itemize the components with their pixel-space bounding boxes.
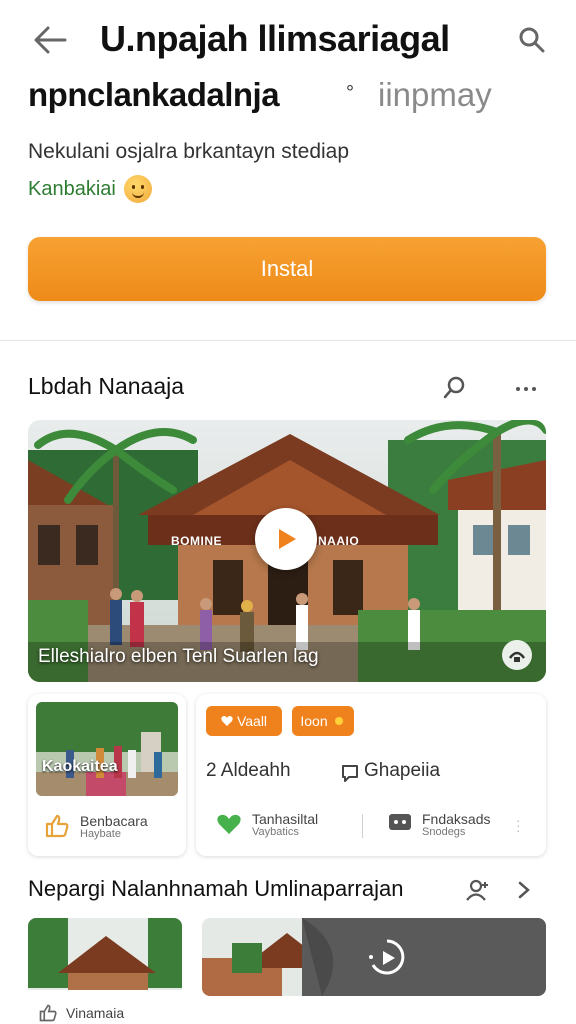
search-button[interactable] xyxy=(512,22,552,58)
row-divider xyxy=(362,814,363,838)
share-row[interactable]: Fndaksads Snodegs xyxy=(388,812,490,838)
smiley-icon xyxy=(123,175,152,203)
share-icon xyxy=(389,814,411,830)
search-icon xyxy=(519,27,545,53)
thumbs-up-icon xyxy=(45,814,69,838)
thumbnail-label: Kaokaitea xyxy=(42,758,118,775)
card-like-row[interactable]: Benbacara Haybate xyxy=(44,814,148,840)
pin-icon xyxy=(443,376,465,399)
fullscreen-button[interactable] xyxy=(502,640,532,670)
chevron-right-icon xyxy=(518,881,530,899)
stat-comments: Ghapeiia xyxy=(364,760,441,781)
nearby-card-2[interactable] xyxy=(202,918,546,996)
play-icon xyxy=(279,529,296,549)
video-caption: Elleshialro elben Tenl Suarlen lag xyxy=(38,646,319,667)
app-header: U.npajah llimsariagal npnclankadalnja ° … xyxy=(0,0,576,330)
favorite-title: Tanhasiltal xyxy=(252,811,319,827)
thumbs-up-icon xyxy=(39,1004,57,1022)
tag-chip-1-label: Vaall xyxy=(236,713,268,729)
card-thumbnail: Kaokaitea xyxy=(36,702,178,796)
tag-chip-2-label: Ioon xyxy=(300,713,328,729)
replay-icon xyxy=(369,939,405,975)
nearby-card-1-footer: Vinamaia xyxy=(38,1004,124,1022)
more-icon xyxy=(516,387,536,391)
install-button[interactable]: Instal xyxy=(28,237,546,301)
heart-icon xyxy=(217,814,241,834)
rating-label: Kanbakiai xyxy=(28,177,116,200)
left-content-card[interactable]: Kaokaitea Benbacara Haybate xyxy=(28,694,186,856)
add-user-button[interactable] xyxy=(460,872,496,908)
back-button[interactable] xyxy=(30,22,70,58)
share-title: Fndaksads xyxy=(422,811,491,827)
chat-bubble-icon xyxy=(342,765,358,782)
see-more-button[interactable] xyxy=(506,872,542,908)
tag-chip-2[interactable]: Ioon xyxy=(292,706,354,736)
stat-count: 2 Aldeahh xyxy=(206,760,291,781)
section-title-videos: Lbdah Nanaaja xyxy=(28,373,185,399)
play-button[interactable] xyxy=(255,508,317,570)
right-content-card[interactable]: Vaall Ioon 2 Aldeahh Ghapeiia Tanhasilta… xyxy=(196,694,546,856)
back-arrow-icon xyxy=(34,26,67,54)
app-title-line1: U.npajah llimsariagal xyxy=(100,18,450,59)
share-subtitle: Snodegs xyxy=(422,826,466,838)
app-title-subtext: iinpmay xyxy=(378,76,492,113)
app-title-line2: npnclankadalnja xyxy=(28,76,280,113)
section-divider xyxy=(0,340,576,341)
rating-row: Kanbakiai xyxy=(28,175,152,203)
sun-icon xyxy=(334,717,343,725)
section-title-nearby: Nepargi Nalanhnamah Umlinaparrajan xyxy=(28,876,404,901)
card-row-title: Benbacara xyxy=(80,813,148,829)
card-more-icon[interactable]: · · · xyxy=(516,813,521,837)
featured-video-card[interactable]: BOMINE NAAIO Elleshialro elben Tenl Suar… xyxy=(28,420,546,682)
nearby-card-1[interactable]: Vinamaia xyxy=(28,918,182,1024)
card-row-subtitle: Haybate xyxy=(80,828,121,840)
heart-small-icon xyxy=(221,716,233,726)
pin-button[interactable] xyxy=(436,370,472,406)
app-description: Nekulani osjalra brkantayn stediap xyxy=(28,140,350,163)
more-options-button[interactable] xyxy=(508,370,544,406)
user-add-icon xyxy=(466,879,488,901)
favorite-subtitle: Vaybatics xyxy=(252,826,299,838)
title-separator: ° xyxy=(346,82,354,104)
sign-text-right: NAAIO xyxy=(318,534,360,548)
sign-text-left: BOMINE xyxy=(171,534,222,548)
replay-button[interactable] xyxy=(362,932,412,982)
tag-chip-1[interactable]: Vaall xyxy=(206,706,282,736)
nearby-card-1-label: Vinamaia xyxy=(66,1005,125,1021)
favorite-row[interactable]: Tanhasiltal Vaybatics xyxy=(216,812,318,838)
expand-icon xyxy=(508,651,526,662)
